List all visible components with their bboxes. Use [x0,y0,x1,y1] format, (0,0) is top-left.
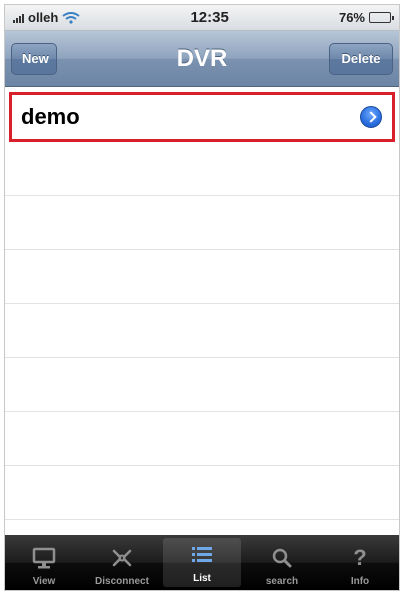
tab-bar: View Disconnect List search ? Info [5,535,399,590]
list-item-label: demo [21,104,80,129]
empty-row [5,196,399,250]
tab-list[interactable]: List [163,538,241,587]
wifi-icon [62,11,80,24]
list-item-demo[interactable]: demo [9,92,395,142]
new-button[interactable]: New [11,43,57,75]
tab-label: Info [350,576,370,587]
list-icon [192,547,212,562]
empty-row [5,304,399,358]
empty-row [5,358,399,412]
battery-icon [369,12,394,23]
signal-icon [13,13,24,23]
status-time: 12:35 [190,9,229,26]
empty-row [5,412,399,466]
delete-button[interactable]: Delete [329,43,393,75]
battery-percent: 76% [338,10,365,25]
empty-row [5,142,399,196]
tab-info[interactable]: ? Info [321,535,399,590]
status-bar: olleh 12:35 76% [5,5,399,31]
search-icon [272,548,292,568]
status-left: olleh [13,10,80,25]
monitor-icon [32,547,56,569]
navigation-bar: DVR New Delete [5,31,399,87]
tab-label: Disconnect [95,576,149,587]
tab-view[interactable]: View [5,535,83,590]
phone-screen: olleh 12:35 76% DVR New Delete demo View… [4,4,400,591]
carrier-name: olleh [28,10,59,25]
dvr-list: demo [5,88,399,574]
tab-label: search [265,576,299,587]
tab-label: List [193,573,211,584]
tab-disconnect[interactable]: Disconnect [83,535,161,590]
question-icon: ? [353,545,367,570]
tab-label: View [32,576,56,587]
disconnect-icon [112,549,132,567]
empty-row [5,250,399,304]
status-right: 76% [338,10,394,25]
empty-row [5,466,399,520]
detail-disclosure-icon[interactable] [360,106,382,128]
tab-search[interactable]: search [243,535,321,590]
